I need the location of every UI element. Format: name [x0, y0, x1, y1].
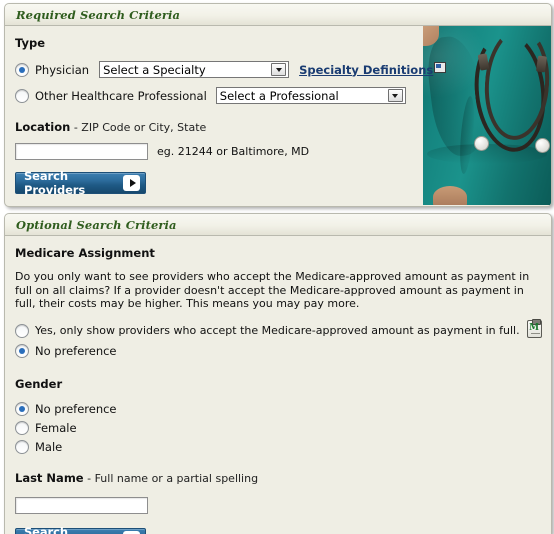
location-hint: eg. 21244 or Baltimore, MD [157, 145, 310, 158]
medicare-option-yes-row: Yes, only show providers who accept the … [15, 318, 542, 338]
chevron-right-icon [123, 175, 140, 191]
last-name-input[interactable] [15, 496, 148, 514]
new-window-icon [434, 61, 447, 73]
last-name-sub-label: - Full name or a partial spelling [87, 471, 259, 485]
radio-other-professional[interactable] [15, 88, 29, 103]
chevron-down-icon[interactable] [271, 63, 287, 76]
optional-panel-title: Optional Search Criteria [16, 217, 177, 232]
stethoscope-earpiece-right [535, 138, 550, 153]
optional-form: Medicare Assignment Do you only want to … [5, 236, 542, 534]
chevron-down-icon-2[interactable] [387, 89, 403, 102]
location-input-row: eg. 21244 or Baltimore, MD [15, 143, 446, 160]
search-providers-button-top[interactable]: Search Providers [15, 169, 146, 197]
specialty-definitions-link[interactable]: Specialty Definitions [299, 61, 447, 77]
required-panel-header: Required Search Criteria [5, 4, 551, 26]
location-label-row: Location - ZIP Code or City, State [15, 120, 446, 134]
last-name-input-row [15, 496, 542, 514]
radio-gender-female-label: Female [35, 420, 77, 435]
location-input[interactable] [15, 143, 148, 160]
radio-gender-no-preference-label: No preference [35, 401, 117, 416]
medicare-assignment-label: Medicare Assignment [15, 246, 155, 260]
required-panel-title: Required Search Criteria [16, 7, 181, 22]
location-sub-label: - ZIP Code or City, State [73, 121, 207, 134]
stethoscope-earpiece-left [474, 136, 489, 151]
search-providers-label-bottom: Search Providers [24, 524, 68, 534]
professional-select[interactable]: Select a Professional [215, 87, 406, 104]
medicare-option-nopref-row: No preference [15, 343, 542, 358]
optional-panel-header: Optional Search Criteria [5, 214, 551, 236]
radio-gender-male-label: Male [35, 439, 63, 454]
last-name-label: Last Name [15, 470, 84, 485]
search-providers-button-bottom[interactable]: Search Providers [15, 524, 146, 534]
gender-option-male-row: Male [15, 439, 542, 454]
type-label: Type [15, 36, 46, 50]
gender-label: Gender [15, 376, 63, 391]
location-label: Location [15, 120, 71, 134]
radio-medicare-yes-label: Yes, only show providers who accept the … [35, 324, 520, 337]
clipboard-line-1 [530, 332, 540, 334]
professional-select-value: Select a Professional [219, 88, 339, 103]
search-providers-label-top: Search Providers [24, 169, 86, 197]
specialty-select[interactable]: Select a Specialty [99, 61, 290, 78]
last-name-label-row: Last Name - Full name or a partial spell… [15, 471, 542, 485]
physician-row: Physician Select a Specialty Specialty D… [15, 61, 447, 78]
specialty-select-value: Select a Specialty [103, 62, 206, 77]
medicare-assignment-description: Do you only want to see providers who ac… [15, 270, 530, 310]
specialty-definitions-label: Specialty Definitions [299, 62, 434, 77]
radio-medicare-no-preference-label: No preference [35, 343, 117, 358]
chevron-right-icon-2 [123, 530, 140, 534]
required-search-criteria-panel: Required Search Criteria Type Physician … [4, 3, 552, 207]
radio-gender-no-preference[interactable] [15, 401, 29, 416]
radio-medicare-no-preference[interactable] [15, 343, 29, 358]
required-form: Type Physician Select a Specialty Specia… [5, 26, 447, 197]
other-professional-row: Other Healthcare Professional Select a P… [15, 87, 446, 104]
radio-other-professional-label: Other Healthcare Professional [35, 88, 207, 103]
optional-search-criteria-panel: Optional Search Criteria Medicare Assign… [4, 213, 552, 534]
gender-option-nopref-row: No preference [15, 401, 542, 416]
radio-gender-male[interactable] [15, 439, 29, 454]
radio-medicare-yes[interactable] [15, 323, 29, 338]
radio-physician[interactable] [15, 62, 29, 77]
gender-option-female-row: Female [15, 420, 542, 435]
medicare-clipboard-letter: M [529, 322, 540, 333]
medicare-clipboard-icon[interactable]: M [526, 318, 542, 338]
radio-physician-label: Physician [35, 62, 90, 77]
radio-gender-female[interactable] [15, 420, 29, 435]
